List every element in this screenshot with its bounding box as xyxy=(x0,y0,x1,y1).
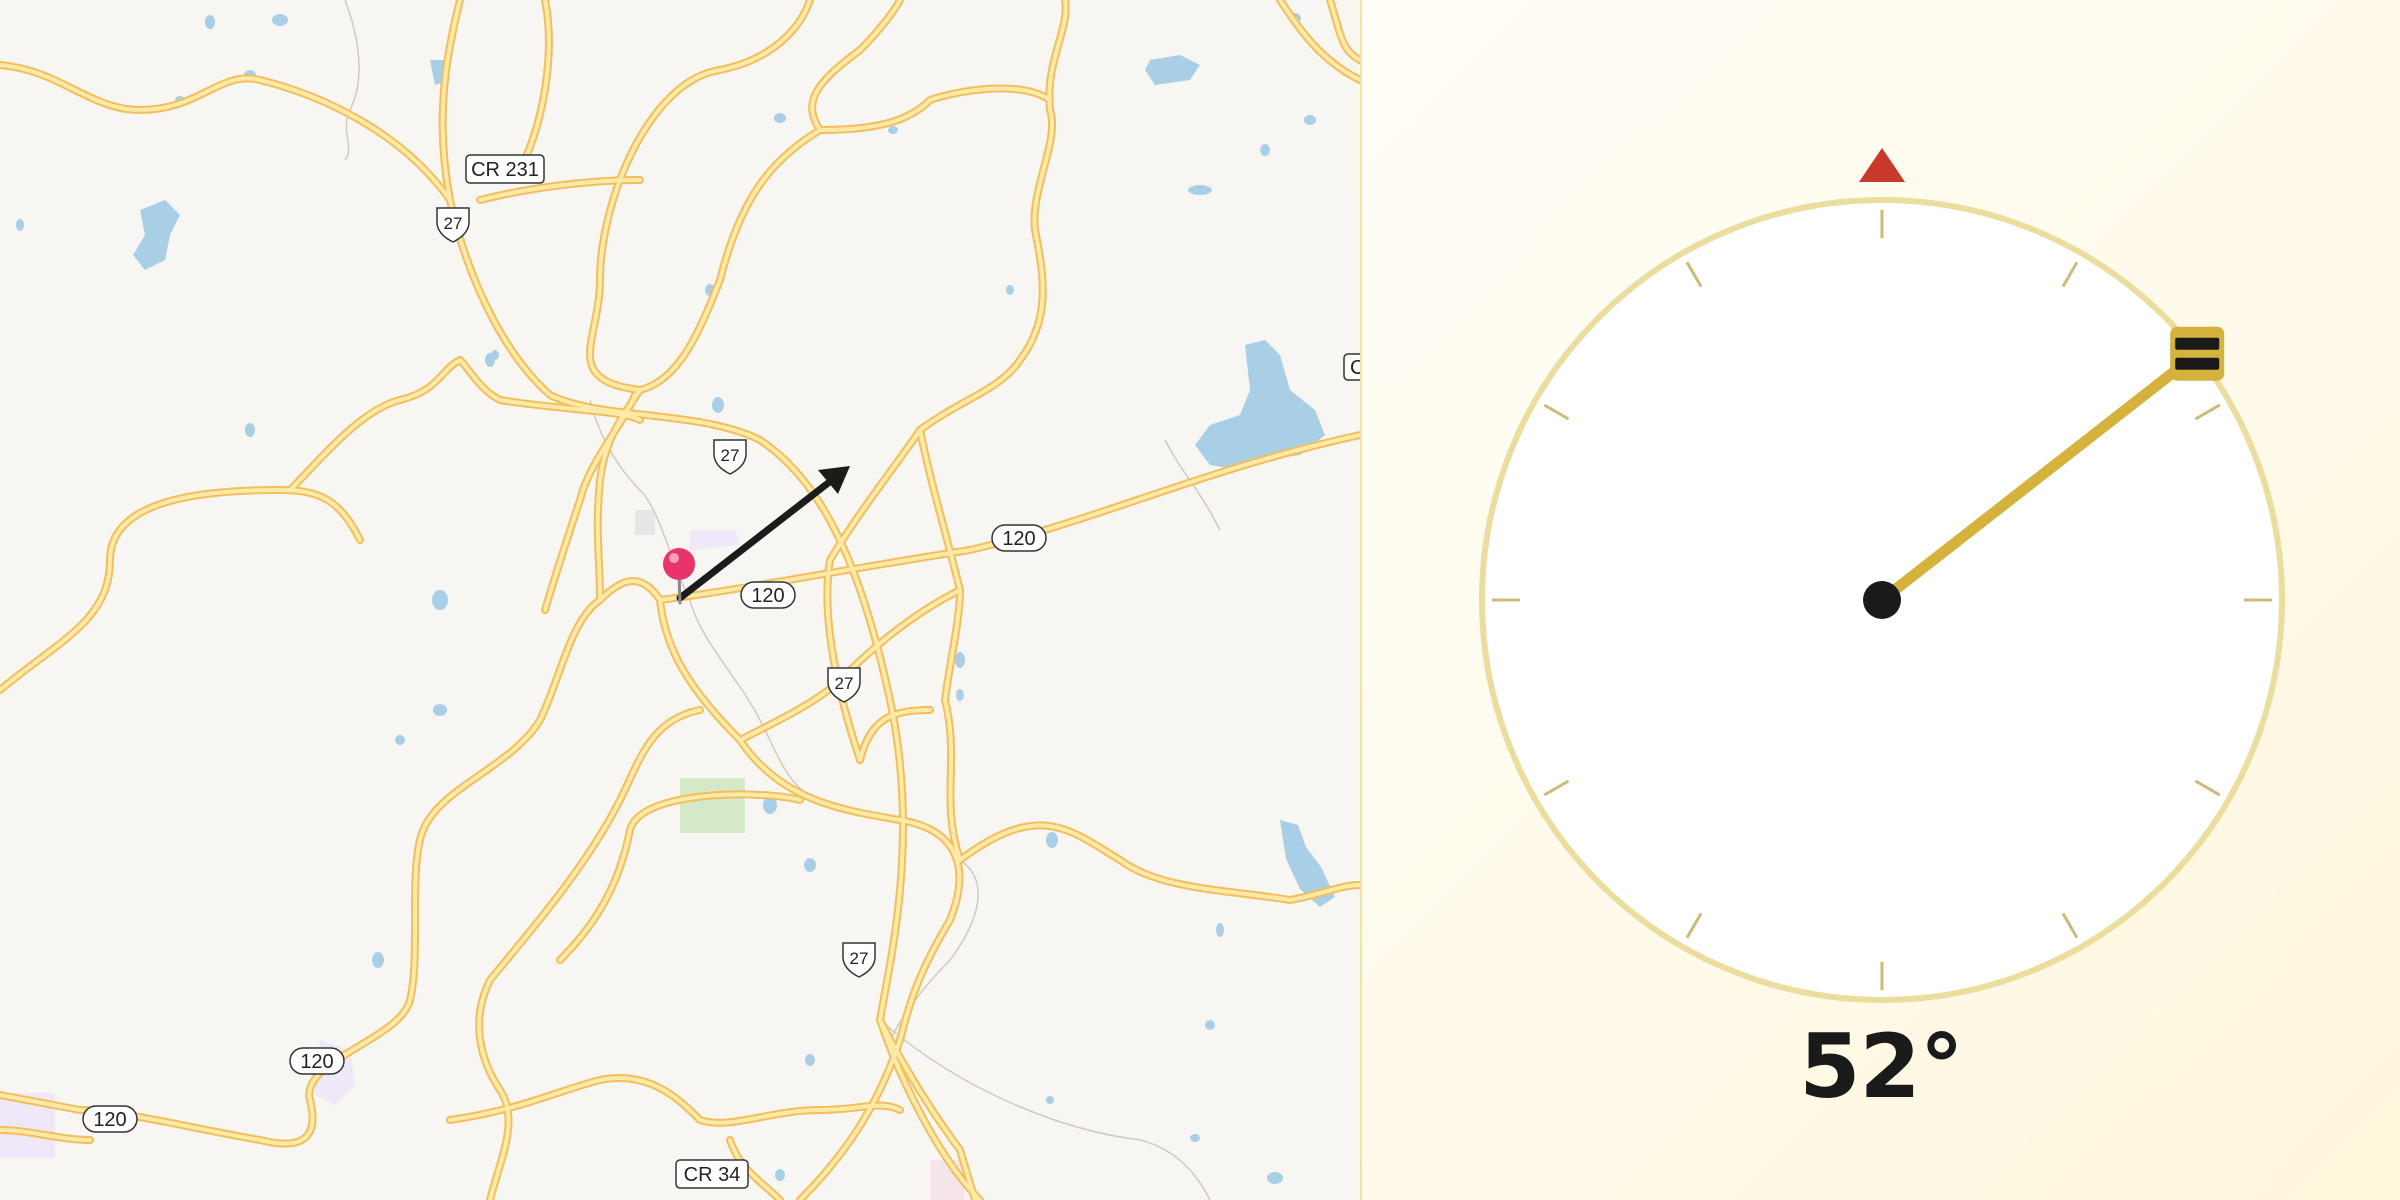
road-shield-cr231: CR 231 xyxy=(465,154,545,184)
svg-text:CR 231: CR 231 xyxy=(471,159,539,181)
pond xyxy=(1046,1096,1054,1104)
drag-handle-icon[interactable] xyxy=(2170,326,2225,381)
pond xyxy=(1188,185,1212,195)
pond xyxy=(1304,115,1316,125)
road-shield-120: 120 xyxy=(740,581,796,609)
pond xyxy=(712,397,724,413)
pond xyxy=(888,126,898,134)
road-shield-us27: 27 xyxy=(842,942,876,978)
pond xyxy=(775,1169,785,1181)
pond xyxy=(1216,923,1224,937)
pond xyxy=(272,14,288,26)
svg-text:27: 27 xyxy=(444,214,463,233)
pond xyxy=(1205,1020,1215,1030)
pond xyxy=(1190,1134,1200,1142)
heading-value: 52° xyxy=(1799,1015,1963,1118)
map-canvas[interactable]: CR 231 27 27 27 27 120 120 120 120 CR 34… xyxy=(0,0,1360,1200)
pond xyxy=(245,423,255,437)
heading-dial-panel: 52° xyxy=(1362,0,2400,1200)
landuse-area xyxy=(690,530,740,550)
pond xyxy=(1006,285,1014,295)
svg-text:27: 27 xyxy=(721,446,740,465)
pond xyxy=(491,350,499,360)
pond xyxy=(395,735,405,745)
road-shield-us27: 27 xyxy=(436,207,470,243)
svg-text:C: C xyxy=(1350,357,1360,379)
svg-text:120: 120 xyxy=(1002,528,1035,550)
svg-text:120: 120 xyxy=(300,1051,333,1073)
park-area xyxy=(680,778,745,833)
building-area xyxy=(635,510,655,535)
heading-dial[interactable] xyxy=(1362,0,2400,1010)
north-triangle-icon xyxy=(1859,148,1905,182)
road-shield-cr34: CR 34 xyxy=(675,1159,749,1189)
road-shield-us27: 27 xyxy=(713,439,747,475)
pond xyxy=(804,858,816,872)
road-shield-us27: 27 xyxy=(827,667,861,703)
lake xyxy=(1145,55,1200,85)
road-shield-edge: C xyxy=(1343,353,1360,381)
pond xyxy=(805,1054,815,1066)
landuse-layer xyxy=(0,510,965,1200)
svg-text:27: 27 xyxy=(850,949,869,968)
pond xyxy=(1267,1172,1283,1184)
road-shield-120: 120 xyxy=(289,1047,345,1075)
road-shield-120: 120 xyxy=(82,1105,138,1133)
map-view[interactable]: CR 231 27 27 27 27 120 120 120 120 CR 34… xyxy=(0,0,1360,1200)
pond xyxy=(16,219,24,231)
pond xyxy=(1260,144,1270,156)
road-shields: CR 231 27 27 27 27 120 120 120 120 CR 34… xyxy=(82,154,1360,1189)
pond xyxy=(955,652,965,668)
pond xyxy=(372,952,384,968)
pond xyxy=(432,590,448,610)
dial-center-hub xyxy=(1863,581,1901,619)
road-shield-120: 120 xyxy=(991,524,1047,552)
pond xyxy=(205,15,215,29)
svg-text:27: 27 xyxy=(835,674,854,693)
svg-text:120: 120 xyxy=(93,1109,126,1131)
pond xyxy=(774,113,786,123)
pond xyxy=(956,689,964,701)
svg-text:120: 120 xyxy=(751,585,784,607)
pond xyxy=(433,704,447,716)
lake xyxy=(133,200,180,270)
app-window: CR 231 27 27 27 27 120 120 120 120 CR 34… xyxy=(0,0,2400,1200)
svg-text:CR 34: CR 34 xyxy=(684,1164,741,1186)
pond xyxy=(1046,832,1058,848)
